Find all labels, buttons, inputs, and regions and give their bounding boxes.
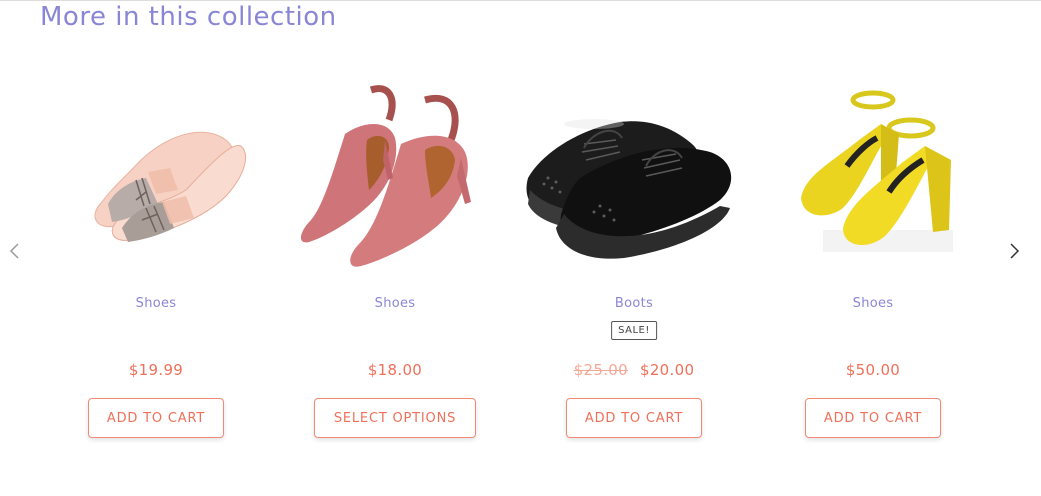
current-price: $18.00 [367, 361, 423, 379]
product-image-pink-slingbacks[interactable] [285, 80, 505, 280]
carousel-prev-button[interactable] [5, 240, 25, 262]
product-category-link[interactable]: Shoes [46, 296, 266, 311]
current-price: $20.00 [640, 361, 695, 379]
add-to-cart-button[interactable]: ADD TO CART [566, 398, 702, 438]
top-divider [0, 0, 1041, 1]
product-price: $18.00 [285, 361, 505, 379]
product-image-black-brogues[interactable] [524, 80, 744, 280]
current-price: $19.99 [128, 361, 184, 379]
product-image-pink-loafers[interactable] [46, 80, 266, 280]
select-options-button[interactable]: SELECT OPTIONS [314, 398, 476, 438]
product-price: $25.00 $20.00 [524, 361, 744, 379]
product-card: Shoes $18.00 SELECT OPTIONS [285, 60, 505, 460]
carousel-next-button[interactable] [1004, 240, 1024, 262]
sale-badge: SALE! [611, 321, 657, 340]
original-price: $25.00 [573, 361, 628, 379]
current-price: $50.00 [845, 361, 901, 379]
add-to-cart-button[interactable]: ADD TO CART [805, 398, 941, 438]
product-price: $50.00 [763, 361, 983, 379]
product-image-yellow-heels[interactable] [763, 80, 983, 280]
product-category-link[interactable]: Boots [524, 296, 744, 311]
add-to-cart-button[interactable]: ADD TO CART [88, 398, 224, 438]
product-category-link[interactable]: Shoes [763, 296, 983, 311]
chevron-right-icon [1010, 243, 1020, 259]
chevron-left-icon [9, 243, 19, 259]
product-card: Boots SALE! $25.00 $20.00 ADD TO CART [524, 60, 744, 460]
product-price: $19.99 [46, 361, 266, 379]
product-category-link[interactable]: Shoes [285, 296, 505, 311]
section-heading: More in this collection [40, 2, 337, 32]
product-card: Shoes $50.00 ADD TO CART [763, 60, 983, 460]
product-card: Shoes $19.99 ADD TO CART [46, 60, 266, 460]
